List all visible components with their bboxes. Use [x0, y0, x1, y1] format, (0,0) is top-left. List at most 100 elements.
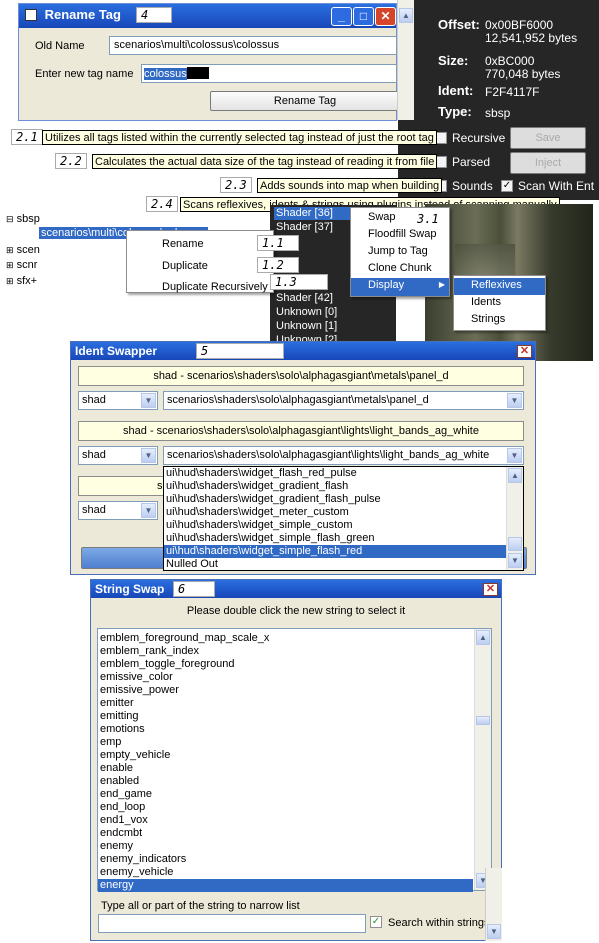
chunk-item-selected[interactable]: Shader [36] — [274, 207, 352, 220]
scroll-down-button[interactable]: ▼ — [487, 924, 501, 939]
inject-button[interactable]: Inject — [510, 152, 586, 174]
ident-swapper-window: Ident Swapper 5 ✕ shad - scenarios\shade… — [70, 341, 536, 575]
dropdown-item[interactable]: ui\hud\shaders\widget_simple_flash_green — [164, 532, 523, 545]
string-list-item-selected[interactable]: energy — [98, 879, 473, 892]
menu-item-floodfill-swap[interactable]: Floodfill Swap — [351, 227, 449, 244]
close-icon[interactable]: ✕ — [483, 583, 498, 596]
minimize-button[interactable]: _ — [331, 7, 352, 26]
menu-item-idents[interactable]: Idents — [454, 295, 545, 312]
ident-type-value-3: shad — [82, 504, 106, 516]
string-list-item[interactable]: emissive_power — [98, 684, 473, 697]
window-scrollbar-right[interactable]: ▼ — [485, 868, 502, 941]
chunk-item[interactable]: Unknown [1] — [276, 320, 337, 332]
string-list-item[interactable]: end_loop — [98, 801, 473, 814]
tree-label-sbsp: sbsp — [16, 213, 40, 225]
string-list-item[interactable]: enable — [98, 762, 473, 775]
menu-num-1-1: 1.1 — [257, 235, 299, 251]
ident-path-value-2: scenarios\shaders\solo\alphagasgiant\lig… — [167, 449, 490, 461]
ident-path-combo-2[interactable]: scenarios\shaders\solo\alphagasgiant\lig… — [163, 446, 524, 465]
string-list-item[interactable]: endcmbt — [98, 827, 473, 840]
ident-type-combo-1[interactable]: shad ▼ — [78, 391, 158, 410]
menu-item-duplicate[interactable]: Duplicate — [127, 259, 273, 276]
search-within-checkbox[interactable]: ✓ — [370, 916, 382, 928]
string-list-item[interactable]: emp — [98, 736, 473, 749]
window-app-icon — [25, 9, 37, 21]
filter-label: Type all or part of the string to narrow… — [101, 900, 300, 912]
string-list-item[interactable]: emotions — [98, 723, 473, 736]
chevron-down-icon: ▼ — [507, 393, 522, 408]
tree-node-scnr[interactable]: ⊞ scnr — [6, 259, 37, 271]
string-list-item[interactable]: emblem_foreground_map_scale_x — [98, 632, 473, 645]
chevron-down-icon: ▼ — [141, 393, 156, 408]
string-list-item[interactable]: emblem_toggle_foreground — [98, 658, 473, 671]
ident-type-combo-2[interactable]: shad ▼ — [78, 446, 158, 465]
maximize-button[interactable]: □ — [353, 7, 374, 26]
type-label: Type: — [438, 104, 472, 119]
menu-item-clone-chunk[interactable]: Clone Chunk — [351, 261, 449, 278]
string-swap-title: String Swap — [95, 582, 165, 596]
dropdown-item[interactable]: ui\hud\shaders\widget_gradient_flash_pul… — [164, 493, 523, 506]
ident-path-value-1: scenarios\shaders\solo\alphagasgiant\met… — [167, 394, 429, 406]
dropdown-item[interactable]: ui\hud\shaders\widget_simple_custom — [164, 519, 523, 532]
chunk-item[interactable]: Shader [37] — [276, 221, 333, 233]
dropdown-item-selected[interactable]: ui\hud\shaders\widget_simple_flash_red — [164, 545, 506, 558]
string-list-item[interactable]: end1_vox — [98, 814, 473, 827]
string-list-item[interactable]: end_game — [98, 788, 473, 801]
scroll-up-button[interactable]: ▲ — [399, 8, 413, 23]
dropdown-scrollbar[interactable]: ▲ ▼ — [506, 467, 523, 570]
tree-label-scnr: scnr — [16, 259, 38, 271]
chunk-item[interactable]: Shader [42] — [276, 292, 333, 304]
string-list-scrollbar[interactable]: ▲ ▼ — [474, 629, 491, 890]
search-within-label: Search within strings — [388, 917, 490, 929]
string-list-item[interactable]: empty_vehicle — [98, 749, 473, 762]
ident-type-value-1: shad — [82, 394, 106, 406]
string-list-item[interactable]: emitter — [98, 697, 473, 710]
filter-input[interactable] — [98, 914, 366, 933]
string-list-item[interactable]: emblem_rank_index — [98, 645, 473, 658]
dropdown-item[interactable]: ui\hud\shaders\widget_flash_red_pulse — [164, 467, 523, 480]
string-list-item[interactable]: enemy_vehicle — [98, 866, 473, 879]
dropdown-item[interactable]: ui\hud\shaders\widget_gradient_flash — [164, 480, 523, 493]
tree-node-sfx[interactable]: ⊞ sfx+ — [6, 275, 37, 287]
save-button[interactable]: Save — [510, 127, 586, 149]
menu-item-jump-to-tag[interactable]: Jump to Tag — [351, 244, 449, 261]
scan-with-ent-checkbox[interactable]: ✓ — [501, 180, 513, 192]
string-list[interactable]: emblem_foreground_map_scale_x emblem_rank… — [97, 628, 492, 892]
menu-item-rename[interactable]: Rename — [127, 237, 273, 254]
size-bytes: 770,048 bytes — [485, 67, 561, 81]
ident-value: F2F4117F — [485, 85, 540, 99]
close-button[interactable]: ✕ — [375, 7, 396, 26]
tree-node-sbsp[interactable]: ⊟ sbsp — [6, 213, 40, 225]
chunk-item[interactable]: Unknown [0] — [276, 306, 337, 318]
scroll-down-button[interactable]: ▼ — [508, 553, 522, 568]
string-list-item[interactable]: enabled — [98, 775, 473, 788]
string-list-item[interactable]: enemy_indicators — [98, 853, 473, 866]
scroll-thumb[interactable] — [476, 716, 490, 725]
old-name-field[interactable]: scenarios\multi\colossus\colossus — [109, 36, 397, 55]
string-list-item[interactable]: emitting — [98, 710, 473, 723]
offset-label: Offset: — [438, 17, 480, 32]
menu-item-duplicate-recursively[interactable]: Duplicate Recursively — [127, 280, 273, 297]
scroll-up-button[interactable]: ▲ — [508, 468, 522, 483]
scan-with-ent-label: Scan With Ent — [518, 179, 595, 193]
menu-item-display[interactable]: Display ▶ — [351, 278, 449, 296]
main-scrollbar[interactable]: ▲ — [397, 0, 414, 120]
scroll-up-button[interactable]: ▲ — [476, 630, 490, 645]
scroll-thumb[interactable] — [508, 537, 522, 551]
string-list-item[interactable]: enemy — [98, 840, 473, 853]
menu-item-strings[interactable]: Strings — [454, 312, 545, 329]
close-icon[interactable]: ✕ — [517, 345, 532, 358]
menu-num-1-2: 1.2 — [257, 257, 299, 273]
menu-item-reflexives[interactable]: Reflexives — [454, 278, 545, 295]
string-swap-window: String Swap 6 ✕ Please double click the … — [90, 579, 502, 941]
tree-node-scen[interactable]: ⊞ scen — [6, 244, 40, 256]
rename-tag-button[interactable]: Rename Tag — [210, 91, 400, 111]
ident-path-dropdown: ui\hud\shaders\widget_flash_red_pulse ui… — [163, 466, 524, 571]
string-list-item[interactable]: emissive_color — [98, 671, 473, 684]
ident-type-combo-3[interactable]: shad ▼ — [78, 501, 158, 520]
dropdown-item[interactable]: Nulled Out — [164, 558, 523, 571]
tip-num-2-3: 2.3 — [220, 177, 252, 193]
new-name-field[interactable]: colossus — [141, 64, 397, 83]
ident-path-combo-1[interactable]: scenarios\shaders\solo\alphagasgiant\met… — [163, 391, 524, 410]
dropdown-item[interactable]: ui\hud\shaders\widget_meter_custom — [164, 506, 523, 519]
